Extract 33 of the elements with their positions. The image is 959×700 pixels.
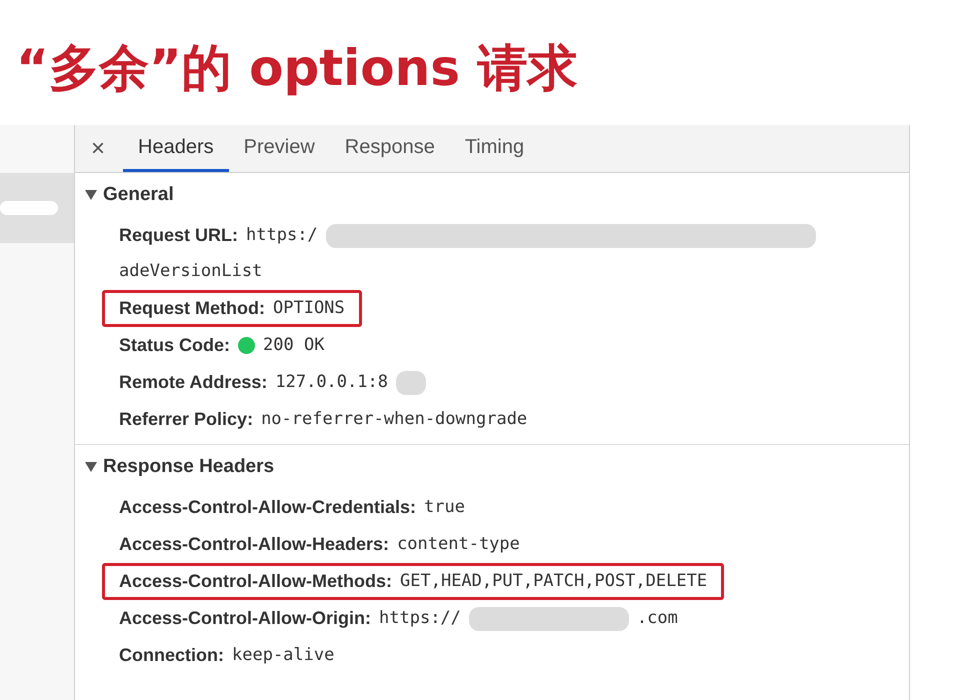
tab[interactable]: Headers [123,125,229,172]
header-value: .com [636,606,678,630]
disclosure-triangle-icon [85,190,97,200]
header-name: Status Code: [119,334,230,357]
header-value: 200 OK [263,334,324,357]
slide-title: “多余”的 options 请求 [16,38,578,98]
header-name: Referrer Policy: [119,408,254,431]
disclosure-triangle-icon [85,462,97,472]
header-value: 127.0.0.1:8 [275,370,388,394]
header-value: true [424,496,465,519]
header-value: adeVersionList [119,260,262,284]
header-name: Remote Address: [119,371,268,394]
tab[interactable]: Timing [450,125,540,172]
section-header[interactable]: Response Headers [75,445,274,489]
header-value: no-referrer-when-downgrade [261,408,528,431]
selected-request-row[interactable] [0,173,74,243]
header-value: GET,HEAD,PUT,PATCH,POST,DELETE [400,570,708,593]
header-name: Request Method: [119,297,265,320]
header-value: https:// [379,606,461,630]
tab[interactable]: Preview [228,125,330,172]
header-name: Access-Control-Allow-Headers: [119,533,390,556]
header-name: Access-Control-Allow-Origin: [119,607,372,630]
tab[interactable]: Response [330,125,450,172]
header-name: Connection: [119,644,224,667]
close-button[interactable]: × [89,125,108,172]
header-value: https:/ [246,224,318,247]
header-name: Request URL: [119,224,238,247]
header-value: keep-alive [232,644,334,667]
header-value: content-type [397,532,520,556]
header-name: Access-Control-Allow-Credentials: [119,496,416,519]
header-name: Access-Control-Allow-Methods: [119,570,392,593]
header-value: OPTIONS [273,296,345,320]
section-header[interactable]: General [75,173,174,217]
